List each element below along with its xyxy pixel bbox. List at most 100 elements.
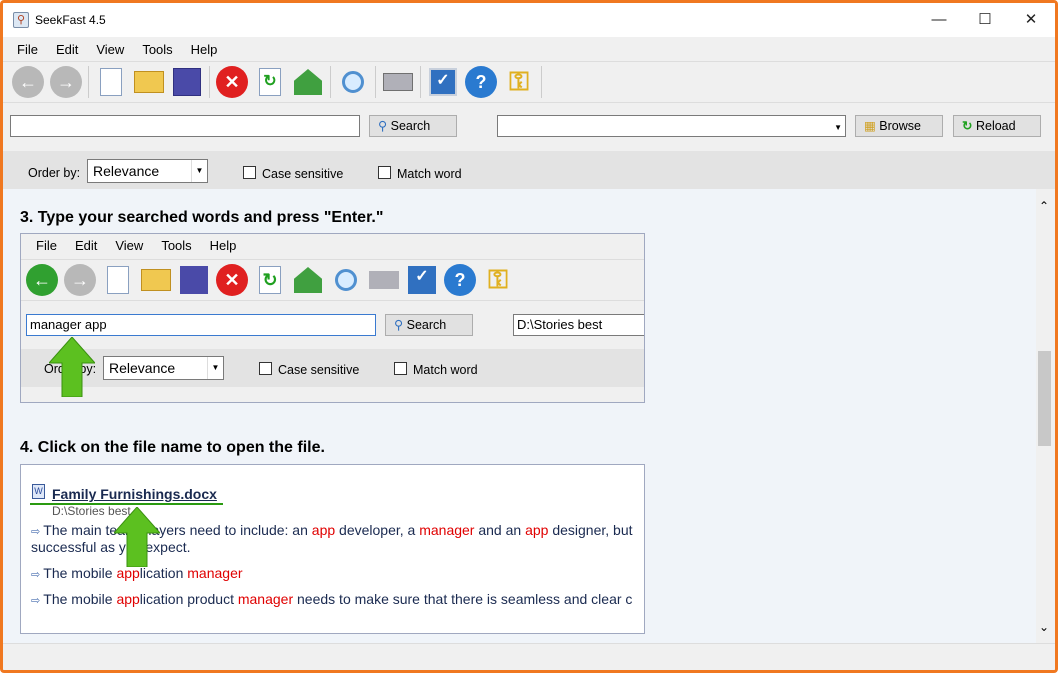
inner-search-input: manager app xyxy=(26,314,376,336)
search-button[interactable]: ⚲ Search xyxy=(369,115,457,137)
forward-icon[interactable]: → xyxy=(50,66,82,98)
search-icon: ⚲ xyxy=(378,119,388,133)
step-4-heading: 4. Click on the file name to open the fi… xyxy=(20,439,325,456)
chevron-down-icon: ▼ xyxy=(834,123,842,132)
highlighted-term: manager xyxy=(237,591,294,607)
chevron-down-icon: ▼ xyxy=(191,160,207,182)
back-icon: ← xyxy=(26,264,58,296)
print-icon[interactable] xyxy=(382,66,414,98)
toolbar: ← → ✕ ↻ ✓ ? ⚿ xyxy=(3,61,1055,103)
reload-icon: ↻ xyxy=(962,119,973,133)
back-icon[interactable]: ← xyxy=(12,66,44,98)
inner-menu-tools: Tools xyxy=(161,238,192,253)
reload-label: Reload xyxy=(975,119,1016,133)
menu-bar: File Edit View Tools Help xyxy=(3,37,1055,61)
menu-view[interactable]: View xyxy=(87,42,133,57)
menu-tools[interactable]: Tools xyxy=(133,42,181,57)
highlighted-term: manager xyxy=(419,522,475,538)
toolbar-separator xyxy=(209,66,210,98)
search-input[interactable] xyxy=(10,115,360,137)
vertical-scrollbar[interactable]: ⌃ ⌄ xyxy=(1036,189,1052,646)
toolbar-separator xyxy=(420,66,421,98)
title-bar: ⚲ SeekFast 4.5 — ☐ ✕ xyxy=(3,3,1055,37)
browse-label: Browse xyxy=(879,119,921,133)
help-content: 3. Type your searched words and press "E… xyxy=(3,189,1036,646)
reload-button[interactable]: ↻ Reload xyxy=(953,115,1041,137)
order-by-select[interactable]: Relevance ▼ xyxy=(87,159,208,183)
stop-icon[interactable]: ✕ xyxy=(216,66,248,98)
result-file-link[interactable]: Family Furnishings.docx xyxy=(52,486,217,502)
step-3-heading: 3. Type your searched words and press "E… xyxy=(20,209,384,226)
scroll-down-icon[interactable]: ⌄ xyxy=(1036,620,1052,634)
key-icon: ⚿ xyxy=(488,264,508,294)
snippet-line: successful as you expect. xyxy=(31,539,191,555)
inner-search-button: ⚲ Search xyxy=(385,314,473,336)
print-icon xyxy=(368,264,400,296)
bullet-arrow-icon: ⇨ xyxy=(31,569,44,581)
case-sensitive-label: Case sensitive xyxy=(262,167,344,181)
inner-options-row: Order by: Relevance ▼ Case sensitive Matc… xyxy=(21,349,644,387)
close-button[interactable]: ✕ xyxy=(1008,3,1054,37)
snippet-text: The mobile xyxy=(43,591,117,607)
search-icon: ⚲ xyxy=(394,318,404,332)
highlighted-term: app xyxy=(116,565,140,581)
match-word-checkbox[interactable] xyxy=(378,166,391,179)
maximize-button[interactable]: ☐ xyxy=(962,3,1008,37)
menu-help[interactable]: Help xyxy=(182,42,227,57)
forward-icon: → xyxy=(64,264,96,296)
snippet-text: lication xyxy=(139,565,188,581)
chevron-down-icon: ▼ xyxy=(207,357,223,379)
open-icon xyxy=(140,264,172,296)
minimize-button[interactable]: — xyxy=(916,3,962,37)
menu-file[interactable]: File xyxy=(8,42,47,57)
folder-select[interactable]: ▼ xyxy=(497,115,846,137)
save-icon[interactable] xyxy=(171,66,203,98)
snippet-text: The main team players need to include: a… xyxy=(43,522,312,538)
step-3-screenshot: File Edit View Tools Help ← → ✕ ↻ ✓ ? ⚿ … xyxy=(20,233,645,403)
search-button-label: Search xyxy=(390,119,431,133)
match-word-label: Match word xyxy=(397,167,462,181)
new-icon[interactable] xyxy=(95,66,127,98)
inner-order-value: Relevance xyxy=(109,360,176,376)
inner-search-label: Search xyxy=(406,318,447,332)
open-icon[interactable] xyxy=(133,66,165,98)
inner-case-label: Case sensitive xyxy=(278,363,360,377)
snippet-text: needs to make sure that there is seamles… xyxy=(293,591,633,607)
up-arrow-icon xyxy=(49,337,95,397)
toolbar-separator xyxy=(88,66,89,98)
snippet-text: and an xyxy=(474,522,526,538)
inner-order-select: Relevance ▼ xyxy=(103,356,224,380)
toolbar-separator xyxy=(375,66,376,98)
up-arrow-icon xyxy=(114,507,160,567)
snippet-line: ⇨ The mobile application manager xyxy=(31,565,243,581)
search-row: ⚲ Search ▼ ▦ Browse ↻ Reload xyxy=(3,103,1055,151)
options-icon[interactable]: ✓ xyxy=(427,66,459,98)
find-icon[interactable] xyxy=(337,66,369,98)
snippet-text: designer, but xyxy=(548,522,633,538)
inner-folder-select: D:\Stories best xyxy=(513,314,644,336)
snippet-text: successful as you expect. xyxy=(31,539,191,555)
scrollbar-thumb[interactable] xyxy=(1038,351,1051,446)
home-icon xyxy=(292,264,324,296)
toolbar-separator xyxy=(541,66,542,98)
home-icon[interactable] xyxy=(292,66,324,98)
scroll-up-icon[interactable]: ⌃ xyxy=(1036,199,1052,213)
inner-match-checkbox xyxy=(394,362,407,375)
browse-button[interactable]: ▦ Browse xyxy=(855,115,943,137)
status-bar xyxy=(3,643,1055,670)
options-icon: ✓ xyxy=(406,264,438,296)
refresh-icon[interactable]: ↻ xyxy=(254,66,286,98)
toolbar-separator xyxy=(330,66,331,98)
case-sensitive-checkbox[interactable] xyxy=(243,166,256,179)
menu-edit[interactable]: Edit xyxy=(47,42,87,57)
highlighted-term: app xyxy=(525,522,549,538)
seekfast-app-icon: ⚲ xyxy=(13,12,29,28)
window-title: SeekFast 4.5 xyxy=(35,13,106,27)
new-icon xyxy=(102,264,134,296)
key-icon[interactable]: ⚿ xyxy=(503,66,535,98)
order-by-value: Relevance xyxy=(93,163,160,179)
inner-menu-view: View xyxy=(115,238,144,253)
bullet-arrow-icon: ⇨ xyxy=(31,595,44,607)
help-icon[interactable]: ? xyxy=(465,66,497,98)
bullet-arrow-icon: ⇨ xyxy=(31,526,44,538)
